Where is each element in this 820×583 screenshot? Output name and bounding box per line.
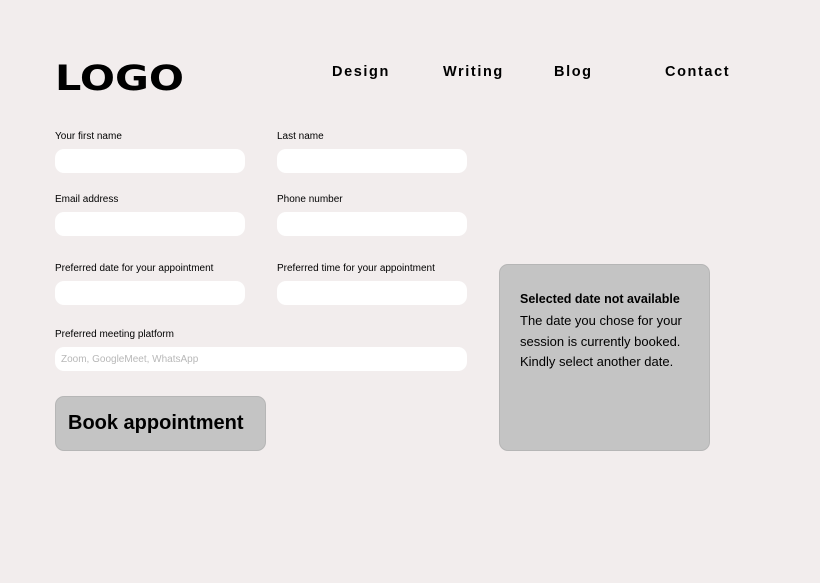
phone-label: Phone number (277, 194, 343, 205)
email-input[interactable] (55, 212, 245, 236)
date-input[interactable] (55, 281, 245, 305)
email-label: Email address (55, 194, 119, 205)
date-unavailable-alert: Selected date not available The date you… (499, 264, 710, 451)
last-name-input[interactable] (277, 149, 467, 173)
platform-label: Preferred meeting platform (55, 329, 174, 340)
nav-item-contact[interactable]: Contact (665, 63, 730, 81)
platform-input[interactable] (55, 347, 467, 371)
nav-item-design[interactable]: Design (332, 63, 390, 81)
first-name-label: Your first name (55, 131, 122, 142)
logo: LOGO (55, 59, 184, 99)
nav-item-blog[interactable]: Blog (554, 63, 593, 81)
book-appointment-button[interactable]: Book appointment (55, 396, 266, 451)
first-name-input[interactable] (55, 149, 245, 173)
alert-title: Selected date not available (520, 292, 680, 306)
alert-message: The date you chose for your session is c… (520, 313, 682, 369)
time-label: Preferred time for your appointment (277, 263, 435, 274)
date-label: Preferred date for your appointment (55, 263, 214, 274)
nav-item-writing[interactable]: Writing (443, 63, 504, 81)
time-input[interactable] (277, 281, 467, 305)
phone-input[interactable] (277, 212, 467, 236)
last-name-label: Last name (277, 131, 324, 142)
